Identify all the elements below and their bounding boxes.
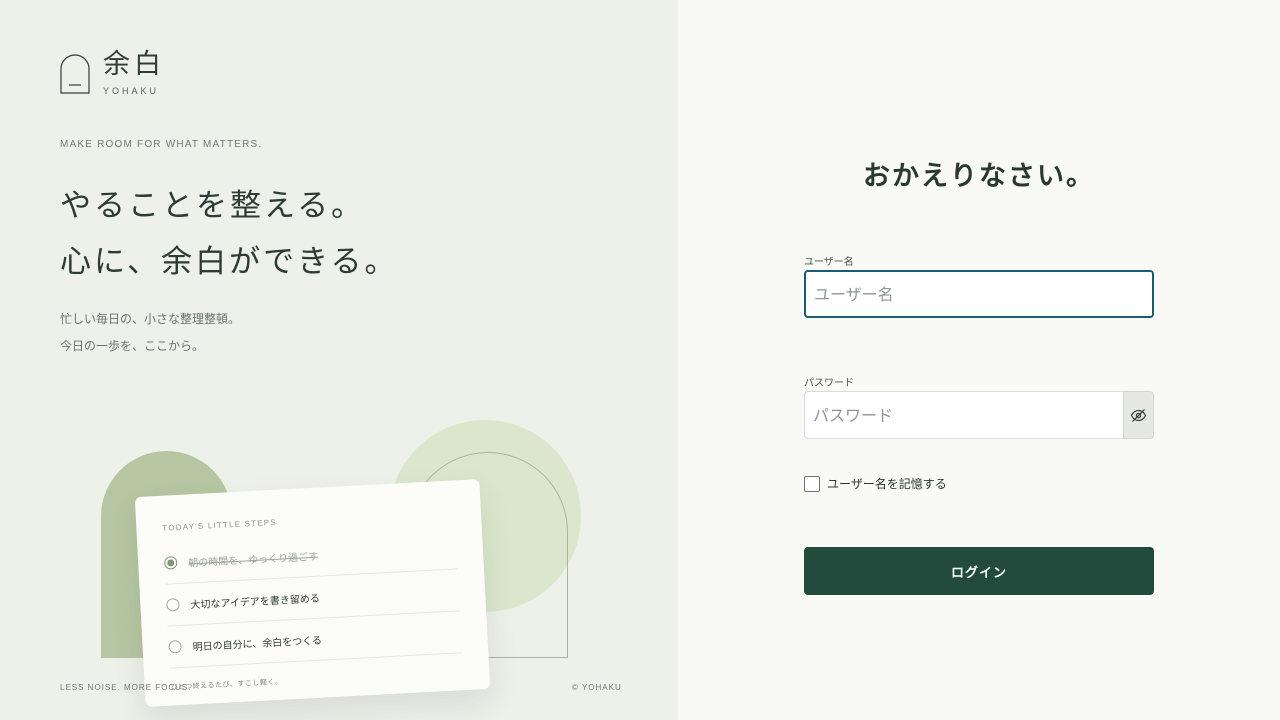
- hero-description: 忙しい毎日の、小さな整理整頓。 今日の一歩を、ここから。: [60, 306, 240, 360]
- hero-tagline: MAKE ROOM FOR WHAT MATTERS.: [60, 139, 263, 150]
- task-label: 明日の自分に、余白をつくる: [192, 635, 323, 654]
- password-input[interactable]: [804, 391, 1124, 439]
- brand-logo: 余白 YOHAKU: [60, 50, 165, 96]
- password-toggle-button[interactable]: [1123, 391, 1154, 439]
- username-label: ユーザー名: [804, 257, 854, 268]
- hero-description-line-2: 今日の一歩を、ここから。: [60, 339, 205, 353]
- arch-logo-icon: [60, 54, 90, 94]
- task-label: 朝の時間を、ゆっくり過ごす: [188, 551, 319, 570]
- footer-copyright: © YOHAKU: [572, 683, 622, 692]
- footer-slogan: LESS NOISE. MORE FOCUS.: [60, 683, 192, 692]
- brand-text: 余白 YOHAKU: [103, 49, 165, 97]
- brand-subtitle: YOHAKU: [103, 86, 160, 96]
- brand-panel: 余白 YOHAKU MAKE ROOM FOR WHAT MATTERS. やる…: [0, 0, 678, 720]
- login-button[interactable]: ログイン: [804, 547, 1154, 595]
- radio-empty-icon: [166, 597, 180, 612]
- hero-description-line-1: 忙しい毎日の、小さな整理整頓。: [60, 312, 241, 326]
- remember-username[interactable]: ユーザー名を記憶する: [804, 475, 947, 492]
- login-page: 余白 YOHAKU MAKE ROOM FOR WHAT MATTERS. やる…: [0, 0, 1280, 720]
- hero-headline-line-1: やることを整える。: [60, 188, 366, 224]
- welcome-heading: おかえりなさい。: [863, 161, 1095, 192]
- radio-checked-icon: [163, 556, 178, 570]
- steps-card-footer: ひとつ終えるたび、すこし軽く。: [170, 677, 283, 692]
- login-panel: おかえりなさい。 ユーザー名 パスワード ユーザー名を記憶する ログイン: [678, 0, 1280, 720]
- username-input[interactable]: [804, 270, 1154, 318]
- password-label: パスワード: [804, 378, 854, 389]
- steps-card: TODAY'S LITTLE STEPS 朝の時間を、ゆっくり過ごす 大切なアイ…: [134, 479, 491, 707]
- hero-headline: やることを整える。 心に、余白ができる。: [60, 178, 398, 290]
- brand-name: 余白: [103, 49, 165, 80]
- remember-checkbox[interactable]: [804, 475, 820, 492]
- eye-off-icon: [1130, 408, 1147, 422]
- radio-empty-icon: [168, 639, 182, 654]
- remember-label: ユーザー名を記憶する: [827, 477, 947, 491]
- hero-headline-line-2: 心に、余白ができる。: [60, 244, 399, 280]
- task-label: 大切なアイデアを書き留める: [190, 593, 321, 612]
